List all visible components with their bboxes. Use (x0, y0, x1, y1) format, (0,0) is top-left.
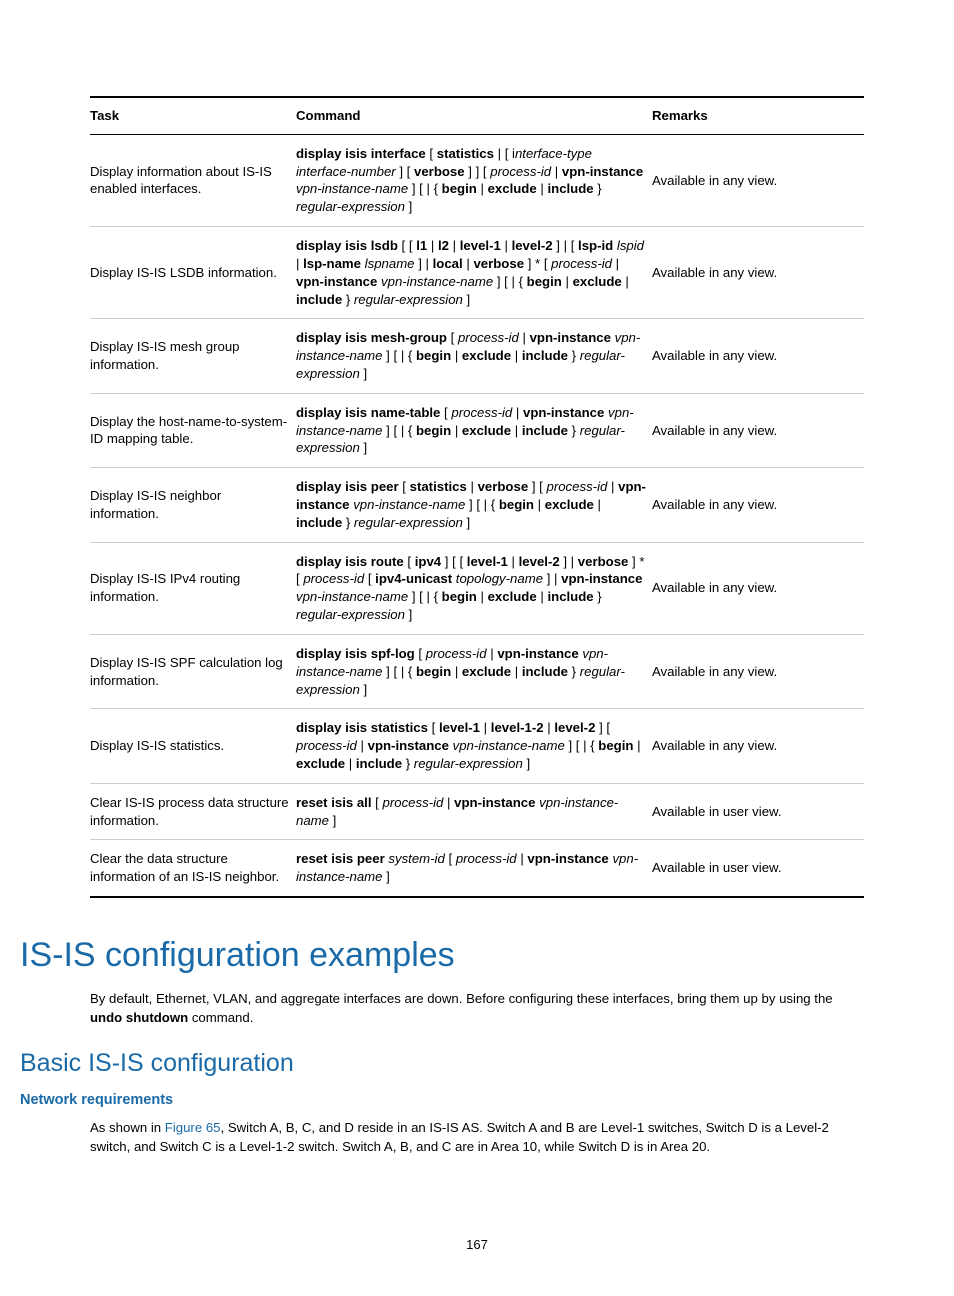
table-row: Clear IS-IS process data structure infor… (90, 783, 864, 840)
table-row: Display information about IS-IS enabled … (90, 134, 864, 226)
remarks-cell: Available in any view. (652, 319, 864, 393)
task-cell: Clear IS-IS process data structure infor… (90, 783, 296, 840)
table-row: Display IS-IS statistics. display isis s… (90, 709, 864, 783)
command-cell: reset isis peer system-id [ process-id |… (296, 840, 652, 897)
remarks-cell: Available in user view. (652, 783, 864, 840)
remarks-cell: Available in any view. (652, 468, 864, 542)
table-header-row: Task Command Remarks (90, 97, 864, 134)
task-cell: Display the host-name-to-system-ID mappi… (90, 393, 296, 467)
task-cell: Display information about IS-IS enabled … (90, 134, 296, 226)
heading-basic-isis: Basic IS-IS configuration (20, 1049, 864, 1078)
table-row: Display IS-IS mesh group information. di… (90, 319, 864, 393)
col-task: Task (90, 97, 296, 134)
remarks-cell: Available in user view. (652, 840, 864, 897)
table-row: Clear the data structure information of … (90, 840, 864, 897)
command-table: Task Command Remarks Display information… (90, 96, 864, 898)
heading-isis-examples: IS-IS configuration examples (20, 936, 864, 975)
table-row: Display IS-IS neighbor information. disp… (90, 468, 864, 542)
remarks-cell: Available in any view. (652, 134, 864, 226)
table-row: Display IS-IS SPF calculation log inform… (90, 634, 864, 708)
figure-link[interactable]: Figure 65 (165, 1120, 221, 1135)
command-cell: display isis lsdb [ [ l1 | l2 | level-1 … (296, 227, 652, 319)
col-command: Command (296, 97, 652, 134)
remarks-cell: Available in any view. (652, 634, 864, 708)
task-cell: Display IS-IS IPv4 routing information. (90, 542, 296, 634)
page-number: 167 (0, 1237, 954, 1252)
task-cell: Display IS-IS statistics. (90, 709, 296, 783)
table-row: Display the host-name-to-system-ID mappi… (90, 393, 864, 467)
command-cell: reset isis all [ process-id | vpn-instan… (296, 783, 652, 840)
command-cell: display isis interface [ statistics | [ … (296, 134, 652, 226)
task-cell: Clear the data structure information of … (90, 840, 296, 897)
command-cell: display isis route [ ipv4 ] [ [ level-1 … (296, 542, 652, 634)
command-cell: display isis mesh-group [ process-id | v… (296, 319, 652, 393)
remarks-cell: Available in any view. (652, 709, 864, 783)
remarks-cell: Available in any view. (652, 227, 864, 319)
remarks-cell: Available in any view. (652, 542, 864, 634)
command-cell: display isis spf-log [ process-id | vpn-… (296, 634, 652, 708)
command-cell: display isis name-table [ process-id | v… (296, 393, 652, 467)
heading-network-req: Network requirements (20, 1092, 864, 1108)
task-cell: Display IS-IS SPF calculation log inform… (90, 634, 296, 708)
network-req-paragraph: As shown in Figure 65, Switch A, B, C, a… (90, 1118, 864, 1156)
table-row: Display IS-IS LSDB information. display … (90, 227, 864, 319)
col-remarks: Remarks (652, 97, 864, 134)
task-cell: Display IS-IS neighbor information. (90, 468, 296, 542)
command-cell: display isis statistics [ level-1 | leve… (296, 709, 652, 783)
task-cell: Display IS-IS LSDB information. (90, 227, 296, 319)
table-row: Display IS-IS IPv4 routing information. … (90, 542, 864, 634)
task-cell: Display IS-IS mesh group information. (90, 319, 296, 393)
remarks-cell: Available in any view. (652, 393, 864, 467)
intro-paragraph: By default, Ethernet, VLAN, and aggregat… (90, 989, 864, 1027)
command-cell: display isis peer [ statistics | verbose… (296, 468, 652, 542)
